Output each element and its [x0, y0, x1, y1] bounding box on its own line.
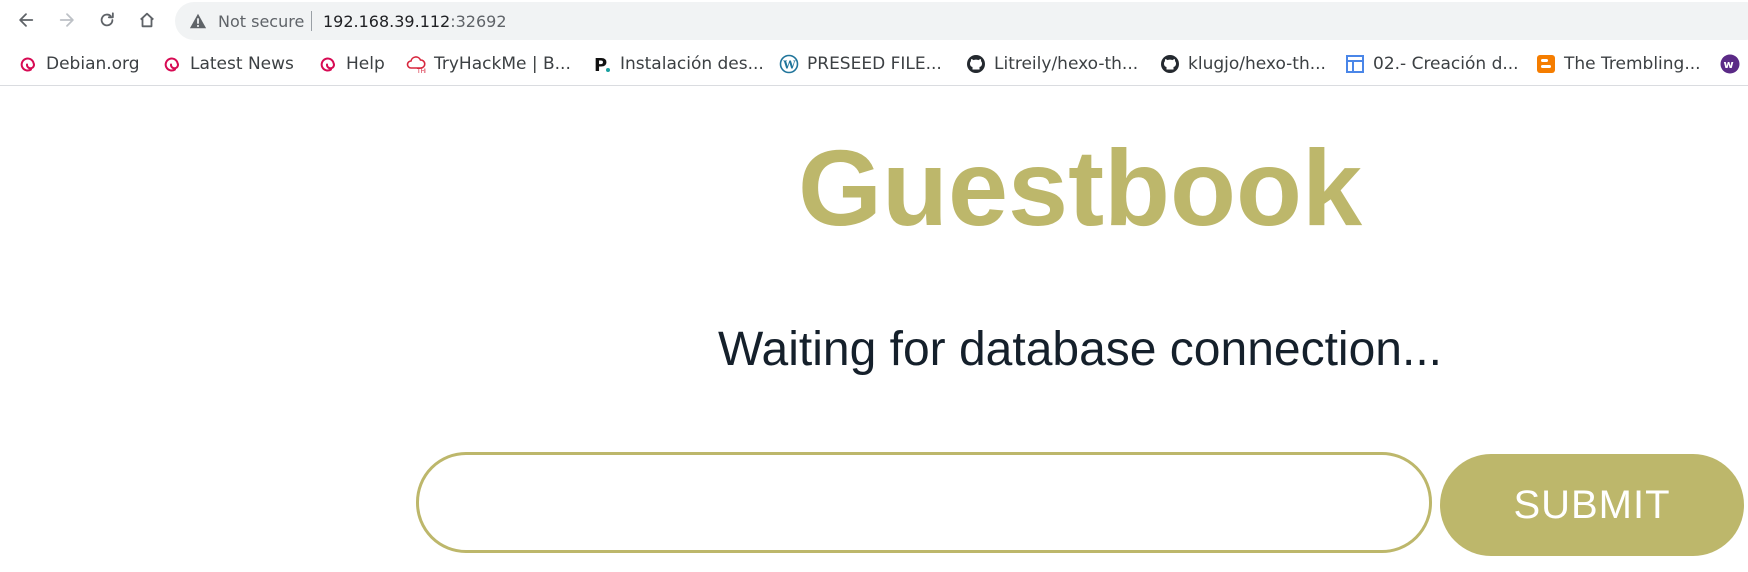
- home-icon: [140, 12, 154, 28]
- submit-button[interactable]: SUBMIT: [1440, 454, 1744, 556]
- guestbook-entry-input[interactable]: [416, 452, 1432, 553]
- bookmark-label: PRESEED FILE...: [807, 54, 942, 74]
- debian-swirl-icon: [18, 54, 38, 74]
- reload-icon: [100, 12, 114, 27]
- blogger-icon: [1536, 54, 1556, 74]
- bookmark-debian-org[interactable]: Debian.org: [18, 42, 140, 85]
- bookmark-label: Latest News: [190, 54, 294, 74]
- bookmark-latest-news[interactable]: Latest News: [162, 42, 294, 85]
- database-status-message: Waiting for database connection...: [718, 323, 1442, 376]
- bookmark-label: Debian.org: [46, 54, 140, 74]
- wordpress-icon: W: [779, 54, 799, 74]
- url-port: :32692: [450, 12, 507, 31]
- svg-text:W: W: [782, 59, 796, 72]
- bookmark-tryhackme[interactable]: THM TryHackMe | B...: [406, 42, 571, 85]
- url-text[interactable]: 192.168.39.112:32692: [323, 12, 507, 31]
- bookmark-help[interactable]: Help: [318, 42, 385, 85]
- bookmark-the-trembling[interactable]: The Trembling...: [1536, 42, 1701, 85]
- address-bar[interactable]: Not secure 192.168.39.112:32692: [175, 2, 1748, 40]
- bookmark-label: TryHackMe | B...: [434, 54, 571, 74]
- svg-text:w: w: [1724, 58, 1734, 71]
- bookmarks-bar: Debian.org Latest News Help THM TryHackM…: [0, 42, 1748, 86]
- bookmark-instalacion[interactable]: P Instalación des...: [592, 42, 764, 85]
- reload-button[interactable]: [93, 6, 121, 34]
- cloud-icon: THM: [406, 54, 426, 74]
- bookmark-w[interactable]: w: [1720, 42, 1748, 85]
- bookmark-label: Litreily/hexo-th...: [994, 54, 1139, 74]
- browser-toolbar: Not secure 192.168.39.112:32692: [0, 0, 1748, 42]
- arrow-left-icon: [19, 13, 34, 27]
- bookmark-label: The Trembling...: [1564, 54, 1701, 74]
- bookmark-litreily-hexo[interactable]: Litreily/hexo-th...: [966, 42, 1139, 85]
- w-circle-icon: w: [1720, 54, 1740, 74]
- github-icon: [1160, 54, 1180, 74]
- warning-triangle-icon[interactable]: [189, 12, 207, 30]
- bookmark-klugjo-hexo[interactable]: klugjo/hexo-th...: [1160, 42, 1326, 85]
- bookmark-creacion[interactable]: 02.- Creación d...: [1345, 42, 1519, 85]
- bookmark-label: klugjo/hexo-th...: [1188, 54, 1326, 74]
- svg-text:THM: THM: [416, 68, 426, 74]
- debian-swirl-icon: [162, 54, 182, 74]
- p-letter-icon: P: [592, 54, 612, 74]
- debian-swirl-icon: [318, 54, 338, 74]
- bookmark-label: Instalación des...: [620, 54, 764, 74]
- github-icon: [966, 54, 986, 74]
- home-button[interactable]: [133, 6, 161, 34]
- arrow-right-icon: [59, 13, 74, 27]
- bookmark-preseed-file[interactable]: W PRESEED FILE...: [779, 42, 942, 85]
- security-status-text[interactable]: Not secure: [218, 12, 304, 31]
- url-host: 192.168.39.112: [323, 12, 451, 31]
- bookmark-label: 02.- Creación d...: [1373, 54, 1519, 74]
- layout-icon: [1345, 54, 1365, 74]
- page-title: Guestbook: [797, 127, 1363, 248]
- omnibox-divider: [311, 11, 312, 31]
- svg-text:P: P: [594, 55, 607, 74]
- bookmark-label: Help: [346, 54, 385, 74]
- back-button[interactable]: [12, 6, 40, 34]
- forward-button[interactable]: [53, 6, 81, 34]
